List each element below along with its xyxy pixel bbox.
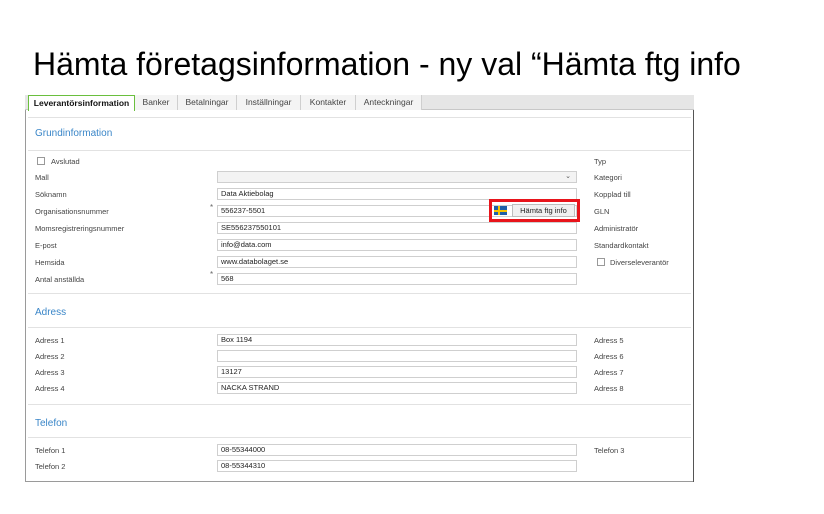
field-label: Adress 2: [35, 352, 65, 361]
avslutad-checkbox[interactable]: [37, 157, 45, 165]
divider: [28, 437, 691, 438]
adress3-input[interactable]: 13127: [217, 366, 577, 378]
divider: [28, 293, 691, 294]
momsnummer-input[interactable]: SE556237550101: [217, 222, 577, 234]
field-label: Momsregistreringsnummer: [35, 224, 125, 233]
sweden-flag-icon: [494, 206, 507, 215]
adress1-input[interactable]: Box 1194: [217, 334, 577, 346]
right-label: Kopplad till: [594, 190, 631, 199]
right-label: Standardkontakt: [594, 241, 649, 250]
telefon2-input[interactable]: 08-55344310: [217, 460, 577, 472]
diverseleverantor-checkbox[interactable]: [597, 258, 605, 266]
tab-installningar[interactable]: Inställningar: [237, 95, 301, 110]
field-label: Antal anställda: [35, 275, 85, 284]
right-label: Adress 8: [594, 384, 624, 393]
field-label: Adress 4: [35, 384, 65, 393]
tab-banker[interactable]: Banker: [135, 95, 178, 110]
right-label: Adress 7: [594, 368, 624, 377]
tab-betalningar[interactable]: Betalningar: [178, 95, 237, 110]
field-label: Organisationsnummer: [35, 207, 109, 216]
field-label: Hemsida: [35, 258, 65, 267]
antal-anstallda-input[interactable]: 568: [217, 273, 577, 285]
right-label: Adress 6: [594, 352, 624, 361]
divider: [28, 404, 691, 405]
right-label: GLN: [594, 207, 610, 216]
right-label: Diverseleverantör: [610, 258, 669, 267]
field-label: Mall: [35, 173, 49, 182]
right-label: Adress 5: [594, 336, 624, 345]
right-label: Telefon 3: [594, 446, 625, 455]
epost-input[interactable]: info@data.com: [217, 239, 577, 251]
scrollbar[interactable]: [693, 110, 694, 482]
telefon1-input[interactable]: 08-55344000: [217, 444, 577, 456]
required-marker: *: [210, 203, 214, 212]
hemsida-input[interactable]: www.databolaget.se: [217, 256, 577, 268]
divider: [28, 117, 691, 118]
chevron-down-icon: ⌄: [565, 173, 571, 180]
field-label: Söknamn: [35, 190, 67, 199]
field-label: Telefon 1: [35, 446, 66, 455]
divider: [28, 327, 691, 328]
tab-leverantorsinformation[interactable]: Leverantörsinformation: [28, 95, 135, 111]
mall-select[interactable]: ⌄: [217, 171, 577, 183]
section-header-grundinformation: Grundinformation: [35, 128, 113, 139]
right-label: Administratör: [594, 224, 639, 233]
field-label: Adress 3: [35, 368, 65, 377]
slide-title: Hämta företagsinformation - ny val “Hämt…: [33, 46, 741, 82]
tab-kontakter[interactable]: Kontakter: [301, 95, 356, 110]
divider: [28, 150, 691, 151]
avslutad-label: Avslutad: [51, 157, 80, 166]
field-label: Telefon 2: [35, 462, 66, 471]
hamta-ftg-info-button[interactable]: Hämta ftg info: [512, 204, 575, 217]
tab-anteckningar[interactable]: Anteckningar: [356, 95, 422, 110]
adress2-input[interactable]: [217, 350, 577, 362]
right-label: Typ: [594, 157, 607, 166]
supplier-panel: [25, 95, 694, 482]
required-marker: *: [210, 270, 214, 279]
section-header-telefon: Telefon: [35, 418, 68, 429]
adress4-input[interactable]: NACKA STRAND: [217, 382, 577, 394]
section-header-adress: Adress: [35, 307, 67, 318]
field-label: Adress 1: [35, 336, 65, 345]
field-label: E-post: [35, 241, 57, 250]
right-label: Kategori: [594, 173, 622, 182]
